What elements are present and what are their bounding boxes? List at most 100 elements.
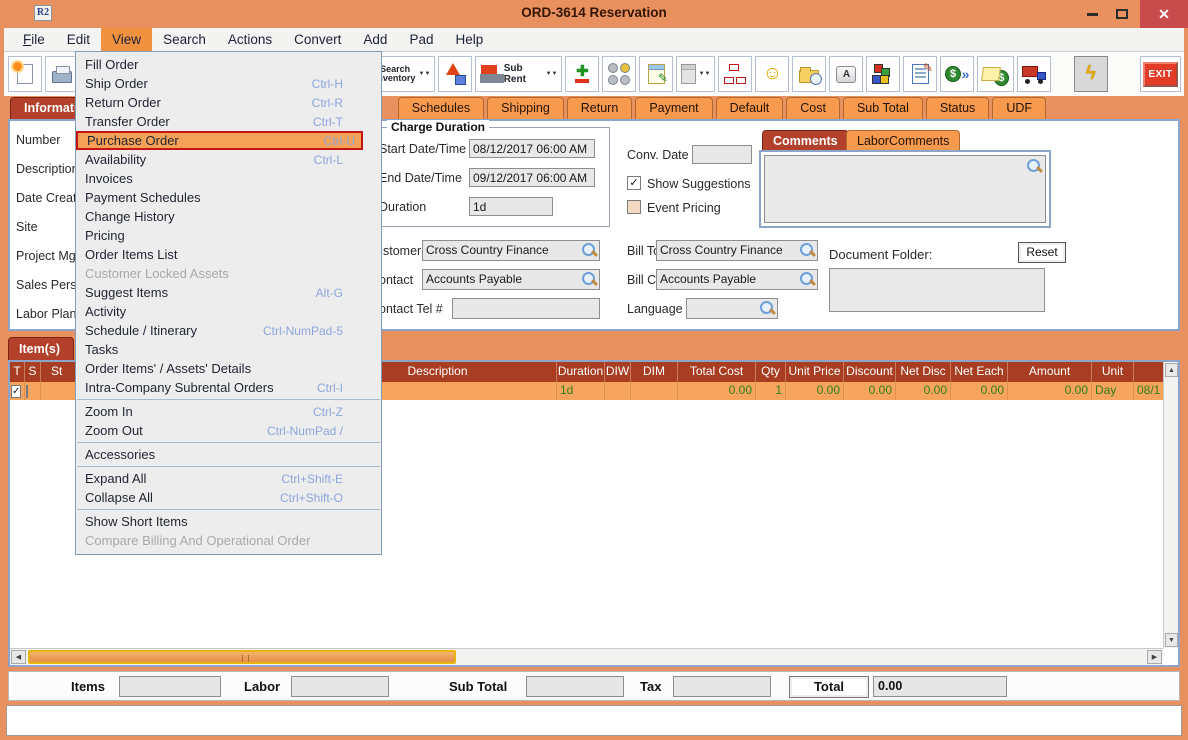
bill-contact-lookup-icon[interactable] [800,272,815,287]
scroll-up-icon[interactable]: ▲ [1165,363,1178,377]
end-datetime-field[interactable]: 09/12/2017 06:00 AM [469,168,595,187]
arrow-cube-button[interactable] [438,56,472,92]
contact-field[interactable]: Accounts Payable [422,269,600,290]
comments-lookup-icon[interactable] [1027,159,1042,174]
horizontal-scrollbar[interactable]: ◀ ▶ [10,648,1163,665]
menu-search[interactable]: Search [152,28,217,51]
col-net-each[interactable]: Net Each [951,362,1008,382]
history-button[interactable] [792,56,826,92]
menu-item-ship-order[interactable]: Ship OrderCtrl-H [76,74,381,93]
vertical-scrollbar[interactable]: ▲ ▼ [1163,362,1178,648]
col-unit[interactable]: Unit [1092,362,1134,382]
menu-help[interactable]: Help [444,28,494,51]
show-suggestions-checkbox[interactable]: ✓ [627,176,641,190]
col-duration[interactable]: Duration [557,362,605,382]
menu-item-order-items-list[interactable]: Order Items List [76,245,381,264]
minimize-button[interactable] [1078,0,1106,28]
customer-button[interactable]: ☺ [755,56,789,92]
org-chart-button[interactable] [718,56,752,92]
col-total-cost[interactable]: Total Cost [678,362,756,382]
menu-item-activity[interactable]: Activity [76,302,381,321]
col-net-disc[interactable]: Net Disc [896,362,951,382]
tab-return[interactable]: Return [567,97,633,119]
menu-item-accessories[interactable]: Accessories [76,445,381,464]
tab-status[interactable]: Status [926,97,989,119]
exit-button[interactable]: EXIT [1140,56,1181,92]
quote-button[interactable]: ϟ [1074,56,1108,92]
menu-item-collapse-all[interactable]: Collapse AllCtrl+Shift-O [76,488,381,507]
tab-udf[interactable]: UDF [992,97,1046,119]
row-t-checkbox[interactable]: ✓ [11,385,21,398]
menu-convert[interactable]: Convert [283,28,352,51]
row-s-checkbox[interactable] [26,385,28,398]
scroll-left-icon[interactable]: ◀ [11,650,26,664]
tab-labor-comments[interactable]: LaborComments [846,130,960,151]
menu-view[interactable]: View [101,28,152,51]
reset-button[interactable]: Reset [1018,242,1066,263]
bill-to-field[interactable]: Cross Country Finance [656,240,818,261]
customer-lookup-icon[interactable] [582,243,597,258]
tab-payment[interactable]: Payment [635,97,712,119]
tab-schedules[interactable]: Schedules [398,97,484,119]
duration-field[interactable]: 1d [469,197,553,216]
menu-item-zoom-in[interactable]: Zoom InCtrl-Z [76,402,381,421]
scrollbar-thumb[interactable] [28,650,456,664]
delivery-button[interactable] [1017,56,1051,92]
menu-item-return-order[interactable]: Return OrderCtrl-R [76,93,381,112]
dropdown-arrows-icon[interactable]: ▼▼ [546,72,558,77]
scroll-down-icon[interactable]: ▼ [1165,633,1178,647]
bill-to-lookup-icon[interactable] [800,243,815,258]
comments-field[interactable] [764,155,1046,223]
menu-edit[interactable]: Edit [56,28,101,51]
add-remove-button[interactable]: ✚ [565,56,599,92]
menu-item-show-short-items[interactable]: Show Short Items [76,512,381,531]
menu-item-zoom-out[interactable]: Zoom OutCtrl-NumPad / [76,421,381,440]
conv-date-field[interactable] [692,145,752,164]
maximize-button[interactable] [1108,0,1136,28]
tab-cost[interactable]: Cost [786,97,840,119]
menu-item-change-history[interactable]: Change History [76,207,381,226]
dropdown-arrows-icon[interactable]: ▼▼ [699,72,711,77]
menu-actions[interactable]: Actions [217,28,283,51]
col-qty[interactable]: Qty [756,362,786,382]
notes-button[interactable]: ✎ [639,56,673,92]
event-pricing-checkbox[interactable] [627,200,641,214]
menu-item-payment-schedules[interactable]: Payment Schedules [76,188,381,207]
menu-pad[interactable]: Pad [398,28,444,51]
dropdown-arrows-icon[interactable]: ▼▼ [419,72,431,77]
menu-item-pricing[interactable]: Pricing [76,226,381,245]
shortcut-key-button[interactable]: A [829,56,863,92]
menu-item-availability[interactable]: AvailabilityCtrl-L [76,150,381,169]
contact-tel-field[interactable] [452,298,600,319]
document-folder-field[interactable] [829,268,1045,312]
menu-item-invoices[interactable]: Invoices [76,169,381,188]
invoice-button[interactable]: $ [977,56,1013,92]
customer-field[interactable]: Cross Country Finance [422,240,600,261]
menu-item-transfer-order[interactable]: Transfer OrderCtrl-T [76,112,381,131]
menu-item-tasks[interactable]: Tasks [76,340,381,359]
menu-item-intra-company-subrental-orders[interactable]: Intra-Company Subrental OrdersCtrl-I [76,378,381,397]
col-unit-price[interactable]: Unit Price [786,362,844,382]
menu-item-suggest-items[interactable]: Suggest ItemsAlt-G [76,283,381,302]
bill-contact-field[interactable]: Accounts Payable [656,269,818,290]
availability-button[interactable] [602,56,636,92]
col-s[interactable]: S [25,362,41,382]
sub-rent-button[interactable]: Sub Rent ▼▼ [475,56,562,92]
language-field[interactable] [686,298,778,319]
menu-add[interactable]: Add [352,28,398,51]
tasks-button[interactable]: ▼▼ [676,56,715,92]
col-diw[interactable]: DIW [605,362,631,382]
scroll-right-icon[interactable]: ▶ [1147,650,1162,664]
inventory-cubes-button[interactable] [866,56,900,92]
col-amount[interactable]: Amount [1008,362,1092,382]
close-button[interactable]: ✕ [1140,0,1188,28]
new-order-button[interactable] [8,56,42,92]
tab-sub-total[interactable]: Sub Total [843,97,923,119]
menu-item-order-items-assets-details[interactable]: Order Items' / Assets' Details [76,359,381,378]
col-dim[interactable]: DIM [631,362,678,382]
tab-default[interactable]: Default [716,97,784,119]
tab-shipping[interactable]: Shipping [487,97,564,119]
contact-lookup-icon[interactable] [582,272,597,287]
col-t[interactable]: T [10,362,25,382]
tab-comments[interactable]: Comments [762,130,849,151]
